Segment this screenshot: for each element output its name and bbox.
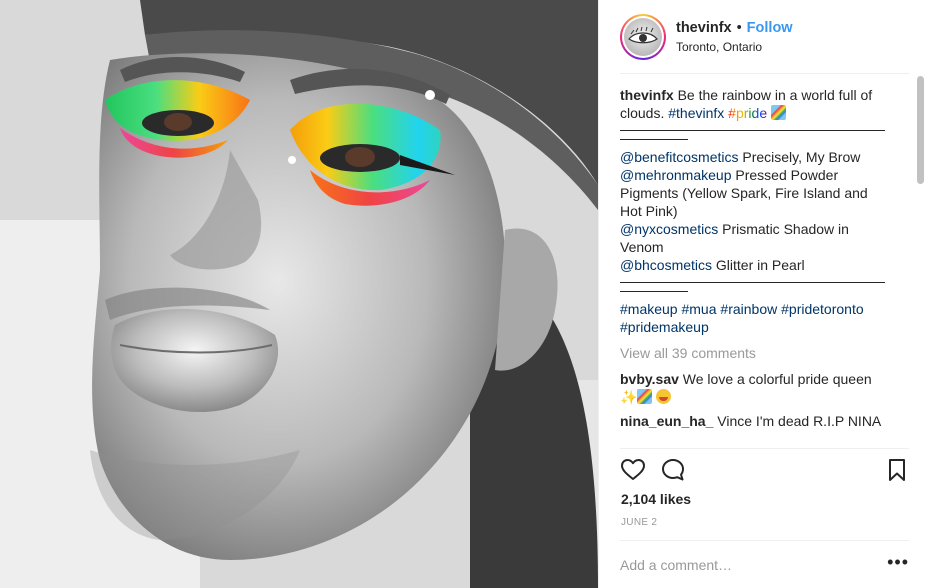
username-link[interactable]: thevinfx <box>676 20 732 37</box>
product-text: Precisely, My Brow <box>742 149 861 165</box>
comments-list[interactable]: thevinfx Be the rainbow in a world full … <box>620 86 892 448</box>
hashtag-pride[interactable]: #pride <box>728 105 767 121</box>
hashtag-rainbow[interactable]: #rainbow <box>720 301 777 317</box>
comments-scrollbar[interactable] <box>915 76 924 448</box>
post-panel: thevinfx • Follow Toronto, Ontario thevi… <box>598 0 931 588</box>
avatar[interactable] <box>620 14 666 60</box>
sparkles-emoji-icon: ✨ <box>620 389 638 405</box>
mention-nyxcosmetics[interactable]: @nyxcosmetics <box>620 221 718 237</box>
post-date: JUNE 2 <box>621 517 658 528</box>
hashtag-thevinfx[interactable]: #thevinfx <box>668 105 724 121</box>
separator-dot: • <box>736 19 742 36</box>
follow-button[interactable]: Follow <box>747 20 793 37</box>
avatar-border <box>622 16 664 58</box>
action-bar <box>620 457 910 485</box>
product-line: @benefitcosmetics Precisely, My Brow <box>620 148 892 166</box>
rainbow-emoji-icon <box>771 105 786 120</box>
comment-username[interactable]: nina_eun_ha_ <box>620 413 713 429</box>
comment-text: Vince I'm dead R.I.P NINA <box>717 413 882 429</box>
product-line: @nyxcosmetics Prismatic Shadow in Venom <box>620 220 892 256</box>
heart-icon[interactable] <box>620 457 646 488</box>
comment-text: We love a colorful pride queen <box>682 371 872 387</box>
heart-eyes-emoji-icon <box>656 389 672 404</box>
caption: thevinfx Be the rainbow in a world full … <box>620 86 892 122</box>
comment-username[interactable]: bvby.sav <box>620 371 679 387</box>
scrollbar-thumb[interactable] <box>917 76 924 184</box>
mention-benefitcosmetics[interactable]: @benefitcosmetics <box>620 149 738 165</box>
divider-line <box>620 130 885 131</box>
comment-item: bvby.sav We love a colorful pride queen … <box>620 370 892 406</box>
product-line: @mehronmakeup Pressed Powder Pigments (Y… <box>620 166 892 220</box>
hashtag-pridemakeup[interactable]: #pridemakeup <box>620 319 709 335</box>
divider-line-short <box>620 139 688 140</box>
hashtag-mua[interactable]: #mua <box>681 301 716 317</box>
portrait-illustration <box>0 0 598 588</box>
caption-username[interactable]: thevinfx <box>620 87 674 103</box>
comment-item: nina_eun_ha_ Vince I'm dead R.I.P NINA <box>620 412 892 430</box>
divider-line-short <box>620 291 688 292</box>
comment-bubble-icon[interactable] <box>660 457 686 488</box>
hashtag-makeup[interactable]: #makeup <box>620 301 678 317</box>
bookmark-icon[interactable] <box>884 457 910 488</box>
actions-divider <box>620 448 909 449</box>
divider-line <box>620 282 885 283</box>
mention-bhcosmetics[interactable]: @bhcosmetics <box>620 257 712 273</box>
mention-mehronmakeup[interactable]: @mehronmakeup <box>620 167 732 183</box>
likes-count[interactable]: 2,104 likes <box>621 491 691 507</box>
add-comment-bar: ••• <box>620 540 909 588</box>
product-line: @bhcosmetics Glitter in Pearl <box>620 256 892 274</box>
post-header: thevinfx • Follow Toronto, Ontario <box>599 0 931 74</box>
hashtag-line: #makeup #mua #rainbow #pridetoronto #pri… <box>620 300 892 336</box>
location-link[interactable]: Toronto, Ontario <box>676 40 793 54</box>
user-block: thevinfx • Follow Toronto, Ontario <box>676 20 793 55</box>
avatar-image <box>624 18 662 56</box>
user-line: thevinfx • Follow <box>676 20 793 37</box>
product-text: Glitter in Pearl <box>715 257 805 273</box>
avatar-eye-icon <box>628 26 658 44</box>
view-all-comments-link[interactable]: View all 39 comments <box>620 344 892 362</box>
rainbow-emoji-icon <box>637 389 653 404</box>
more-options-icon[interactable]: ••• <box>887 553 909 573</box>
hashtag-pridetoronto[interactable]: #pridetoronto <box>781 301 864 317</box>
post-photo[interactable] <box>0 0 598 588</box>
add-comment-input[interactable] <box>620 553 888 576</box>
